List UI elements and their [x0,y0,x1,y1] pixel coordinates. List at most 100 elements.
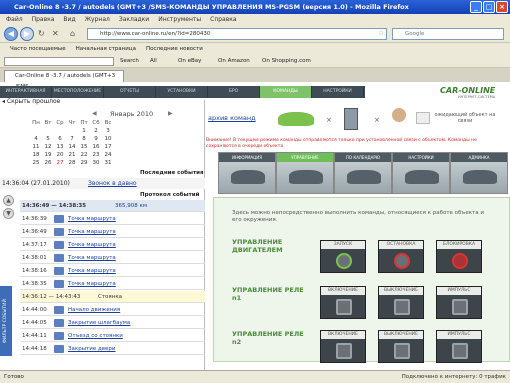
calendar-day[interactable]: 10 [102,136,114,142]
calendar-day[interactable]: 31 [102,160,114,166]
calendar-day[interactable]: 8 [78,136,90,142]
star-icon[interactable]: ☆ [378,29,384,37]
relay1-pulse-button[interactable]: ИМПУЛЬС [436,286,482,319]
engine-stop-button[interactable]: ОСТАНОВКА [378,240,424,273]
calendar-day[interactable]: 2 [90,128,102,134]
toolbar-search-input[interactable] [4,57,114,66]
relay2-off-button[interactable]: ВЫКЛЮЧЕНИЕ [378,330,424,363]
search-option-all[interactable]: All [150,55,157,68]
menu-history[interactable]: Журнал [85,14,110,25]
calendar-day[interactable]: 27 [54,160,66,166]
protocol-row[interactable]: 14:44:00 Начало движения [20,304,205,316]
protocol-row-label[interactable]: Начало движения [68,304,120,316]
relay2-on-button[interactable]: ВКЛЮЧЕНИЕ [320,330,366,363]
browser-tab[interactable]: Car-Online 8 -3.7 / autodels (GMT+3 /SMS [4,70,124,90]
calendar-day[interactable]: 16 [90,144,102,150]
bookmark-start-page[interactable]: Начальная страница [76,43,136,55]
protocol-row-label[interactable]: Точка маршрута [68,213,116,225]
calendar-day[interactable]: 7 [66,136,78,142]
minimize-button[interactable]: _ [470,1,482,13]
protocol-row-label[interactable]: Закрытие двери [68,343,115,355]
back-button[interactable]: ◀ [4,27,18,41]
calendar-day[interactable]: 14 [66,144,78,150]
prev-month-icon[interactable]: ◀ [92,110,97,117]
calendar-day[interactable]: 26 [42,160,54,166]
calendar-day[interactable]: 3 [102,128,114,134]
relay1-on-button[interactable]: ВКЛЮЧЕНИЕ [320,286,366,319]
protocol-row[interactable]: 14:44:11 Отъезд со стоянки [20,330,205,342]
protocol-row-label[interactable]: Точка маршрута [68,278,116,290]
calendar-day[interactable]: 19 [42,152,54,158]
menu-view[interactable]: Вид [63,14,75,25]
calendar-day[interactable]: 5 [42,136,54,142]
archive-link[interactable]: архив команд [208,114,256,122]
calendar-day[interactable]: 22 [78,152,90,158]
protocol-row[interactable]: 14:36:12 — 14:43:43 Стоянка [20,291,205,303]
relay2-pulse-button[interactable]: ИМПУЛЬС [436,330,482,363]
url-bar[interactable]: http://www.car-online.ru/en/?id=280430 [87,28,387,40]
site-nav-commands[interactable]: КОМАНДЫ [260,86,312,98]
checkbox-icon[interactable] [416,112,430,124]
protocol-row-label[interactable]: Отъезд со стоянки [68,330,123,342]
calendar-day[interactable]: 25 [30,160,42,166]
calendar-day[interactable]: 18 [30,152,42,158]
category-settings[interactable]: НАСТРОЙКИ [392,152,450,194]
relay1-off-button[interactable]: ВЫКЛЮЧЕНИЕ [378,286,424,319]
next-month-icon[interactable]: ▶ [168,110,173,117]
protocol-row-label[interactable]: Точка маршрута [68,265,116,277]
protocol-row-label[interactable]: Стоянка [98,291,122,303]
scroll-up-button[interactable]: ▲ [3,195,14,206]
menu-file[interactable]: Файл [6,14,23,25]
menu-bookmarks[interactable]: Закладки [119,14,149,25]
category-admin[interactable]: АДМИНКА [450,152,508,194]
bookmark-most-visited[interactable]: Часто посещаемые [10,43,66,55]
last-event-row[interactable]: 14:36:04 (27.01.2010) Звонок в давно [0,178,205,189]
protocol-range-row[interactable]: 14:36:49 — 14:38:35 365,908 км [20,200,205,212]
home-button[interactable]: ⌂ [70,29,75,38]
protocol-row[interactable]: 14:38:01 Точка маршрута [20,252,205,264]
site-nav-config[interactable]: НАСТРОЙКИ [312,86,364,98]
calendar-day[interactable]: 12 [42,144,54,150]
protocol-row[interactable]: 14:44:18 Закрытие двери [20,343,205,355]
search-option-shopping[interactable]: On Shopping.com [262,55,311,68]
protocol-row-label[interactable]: Точка маршрута [68,239,116,251]
protocol-row[interactable]: 14:38:16 Точка маршрута [20,265,205,277]
site-nav-location[interactable]: МЕСТОПОЛОЖЕНИЕ [52,86,104,98]
scroll-down-button[interactable]: ▼ [3,208,14,219]
calendar-day[interactable]: 11 [30,144,42,150]
stop-button[interactable]: ✕ [52,29,59,38]
site-nav-settings[interactable]: УСТАНОВКИ [156,86,208,98]
menu-tools[interactable]: Инструменты [158,14,201,25]
calendar-day[interactable]: 20 [54,152,66,158]
search-option-amazon[interactable]: On Amazon [218,55,250,68]
site-nav-reports[interactable]: ОТЧЕТЫ [104,86,156,98]
forward-button[interactable]: ▶ [20,27,34,41]
protocol-row[interactable]: 14:44:05 Закрытие шлагбаума [20,317,205,329]
protocol-row[interactable]: 14:36:39 Точка маршрута [20,213,205,225]
search-option-ebay[interactable]: On eBay [178,55,201,68]
calendar-day[interactable]: 1 [78,128,90,134]
toolbar-search-button[interactable]: Search [120,55,139,68]
calendar-day[interactable]: 21 [66,152,78,158]
calendar-day[interactable]: 23 [90,152,102,158]
engine-start-button[interactable]: ЗАПУСК [320,240,366,273]
calendar-day[interactable]: 9 [90,136,102,142]
menu-edit[interactable]: Правка [32,14,55,25]
calendar-day[interactable]: 13 [54,144,66,150]
category-control[interactable]: УПРАВЛЕНИЕ [276,152,334,194]
last-event-label[interactable]: Звонок в давно [88,178,137,189]
category-calendar[interactable]: ПО КАЛЕНДАРЮ [334,152,392,194]
calendar-day[interactable]: 29 [78,160,90,166]
protocol-row-label[interactable]: Закрытие шлагбаума [68,317,130,329]
protocol-row[interactable]: 14:36:49 Точка маршрута [20,226,205,238]
site-nav-bro[interactable]: БРО [208,86,260,98]
maximize-button[interactable]: □ [483,1,495,13]
event-filter-tab[interactable]: ФИЛЬТР СОБЫТИЙ [0,286,12,356]
menu-help[interactable]: Справка [210,14,236,25]
calendar-day[interactable]: 15 [78,144,90,150]
protocol-row-label[interactable]: Точка маршрута [68,226,116,238]
reload-button[interactable]: ↻ [38,29,45,38]
protocol-row[interactable]: 14:38:35 Точка маршрута [20,278,205,290]
site-nav-interactive[interactable]: ИНТЕРАКТИВНАЯ [0,86,52,98]
protocol-row[interactable]: 14:37:17 Точка маршрута [20,239,205,251]
